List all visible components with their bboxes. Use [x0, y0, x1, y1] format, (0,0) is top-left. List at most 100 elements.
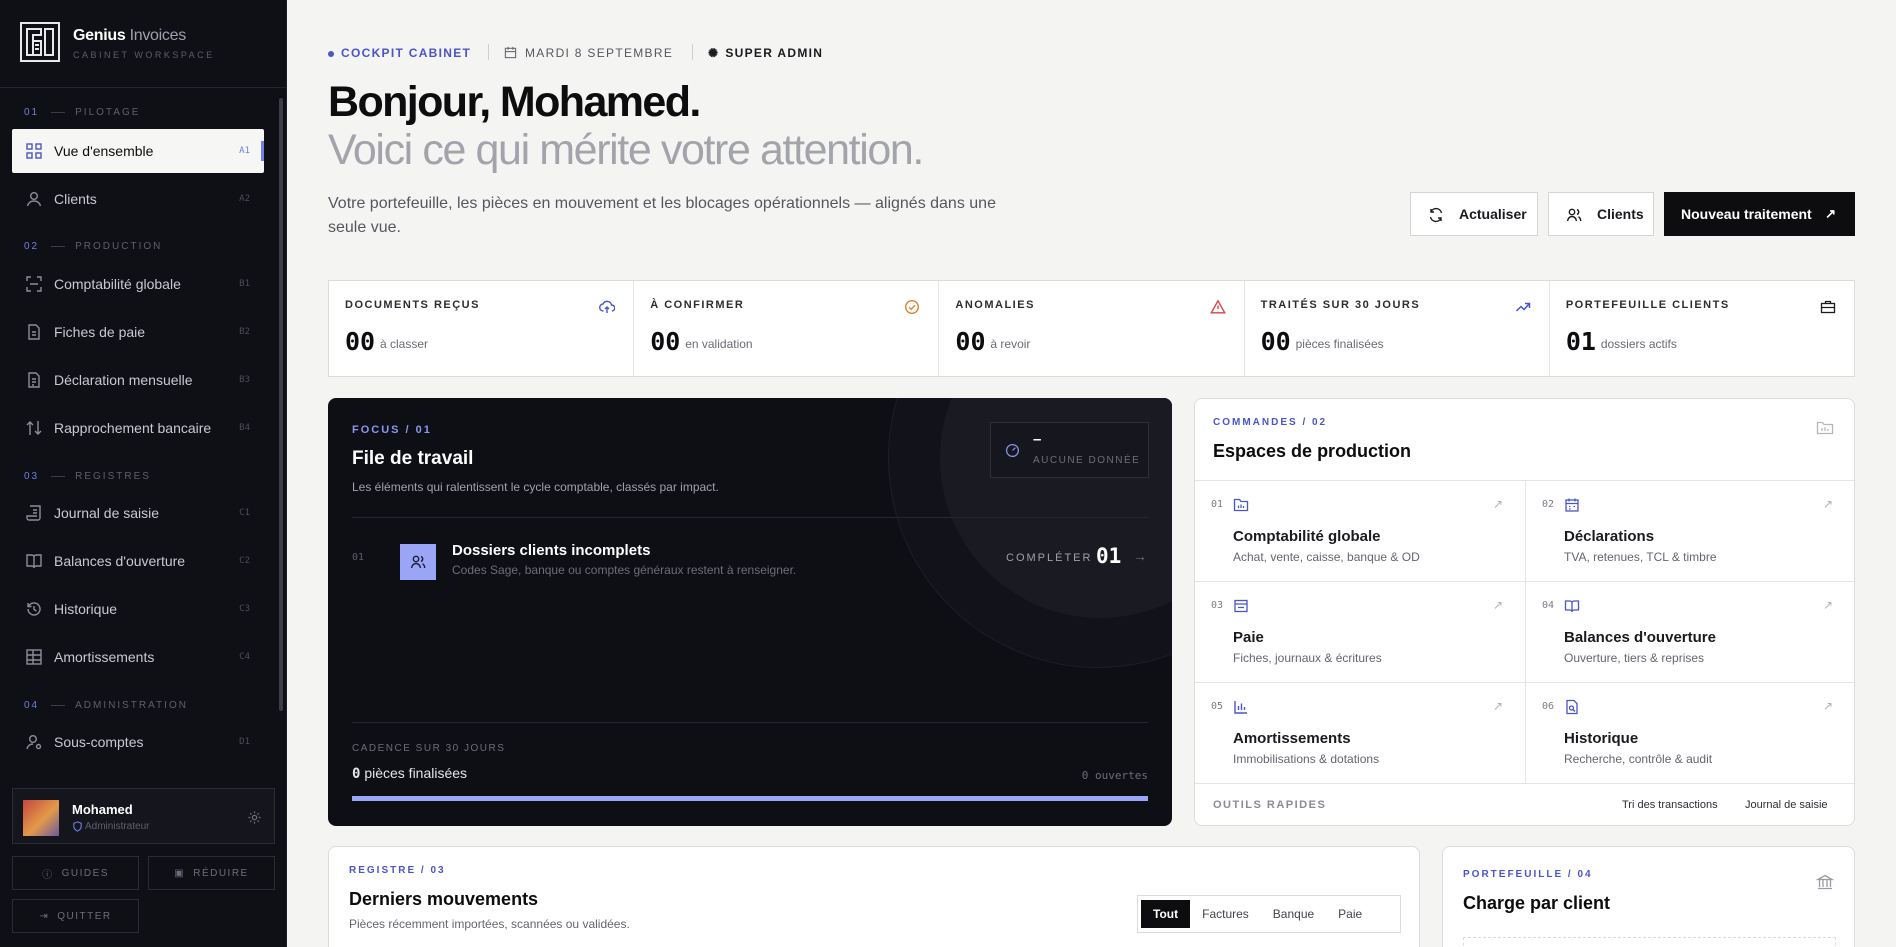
tool-link-journal[interactable]: Journal de saisie: [1745, 799, 1828, 811]
quick-tools-label: OUTILS RAPIDES: [1213, 799, 1327, 811]
gauge-icon: [1005, 443, 1020, 458]
guides-button[interactable]: ⓘ GUIDES: [12, 856, 139, 890]
work-item-title: Dossiers clients incomplets: [452, 542, 651, 559]
cell-title: Balances d'ouverture: [1564, 629, 1716, 646]
stat-documents[interactable]: DOCUMENTS REÇUS 00 à classer: [329, 281, 635, 376]
stat-portfolio[interactable]: PORTEFEUILLE CLIENTS 01 dossiers actifs: [1550, 281, 1854, 376]
shortcut: C3: [239, 604, 250, 614]
sidebar-item-comptabilite[interactable]: Comptabilité globale B1: [12, 262, 264, 306]
date-label: MARDI 8 SEPTEMBRE: [504, 46, 673, 60]
stat-sub: à classer: [380, 337, 429, 351]
arrow-up-right-icon: ↗: [1822, 699, 1833, 713]
refresh-icon: [1429, 207, 1443, 223]
stat-sub: à revoir: [990, 337, 1031, 351]
command-declarations[interactable]: 02 ↗ Déclarations TVA, retenues, TCL & t…: [1525, 480, 1854, 581]
check-circle-icon: [905, 299, 920, 315]
cell-title: Amortissements: [1233, 730, 1351, 747]
stat-treated[interactable]: TRAITÉS SUR 30 JOURS 00 pièces finalisée…: [1245, 281, 1550, 376]
brand-name: Genius Invoices: [73, 27, 186, 44]
quick-tools: OUTILS RAPIDES Tri des transactions Jour…: [1195, 783, 1854, 825]
arrow-up-right-icon: ↗: [1492, 497, 1503, 511]
complete-action[interactable]: COMPLÉTER: [1006, 552, 1092, 564]
cell-number: 02: [1542, 499, 1555, 510]
sidebar-item-balances[interactable]: Balances d'ouverture C2: [12, 539, 264, 583]
sidebar-item-amortissements[interactable]: Amortissements C4: [12, 635, 264, 679]
page-subtitle: Voici ce qui mérite votre attention.: [328, 126, 924, 174]
sidebar-item-label: Balances d'ouverture: [54, 553, 186, 569]
focus-tag: FOCUS / 01: [352, 424, 432, 436]
refresh-button[interactable]: Actualiser: [1410, 192, 1538, 236]
sidebar-item-sous-comptes[interactable]: Sous-comptes D1: [12, 720, 264, 764]
document-icon: [28, 324, 40, 340]
sidebar-item-overview[interactable]: Vue d'ensemble A1: [12, 129, 264, 173]
cell-number: 01: [1211, 499, 1224, 510]
cell-subtitle: TVA, retenues, TCL & timbre: [1564, 550, 1717, 564]
users-icon: [400, 544, 436, 580]
command-balances[interactable]: 04 ↗ Balances d'ouverture Ouverture, tie…: [1525, 581, 1854, 682]
arrow-right-icon[interactable]: →: [1133, 548, 1147, 564]
tab-paie[interactable]: Paie: [1326, 900, 1374, 928]
help-icon: ⓘ: [42, 869, 54, 881]
tool-link-transactions[interactable]: Tri des transactions: [1622, 799, 1718, 811]
reduce-button[interactable]: ▣ RÉDUIRE: [148, 856, 275, 890]
sidebar-item-fiches-paie[interactable]: Fiches de paie B2: [12, 310, 264, 354]
cell-subtitle: Recherche, contrôle & audit: [1564, 752, 1713, 766]
shortcut: B4: [239, 423, 250, 433]
cell-subtitle: Immobilisations & dotations: [1233, 752, 1380, 766]
cell-title: Historique: [1564, 730, 1639, 747]
shortcut: C4: [239, 652, 250, 662]
sidebar-item-label: Clients: [54, 191, 97, 207]
folder-chart-icon: [1816, 421, 1834, 435]
portfolio-placeholder: [1463, 937, 1836, 947]
divider: [692, 44, 693, 60]
sidebar-item-journal[interactable]: Journal de saisie C1: [12, 491, 264, 535]
command-amortissements[interactable]: 05 ↗ Amortissements Immobilisations & do…: [1195, 682, 1525, 783]
arrow-up-right-icon: ↗: [1492, 699, 1503, 713]
stat-value: 00: [345, 327, 376, 356]
sidebar-scrollbar[interactable]: [279, 98, 283, 711]
cloud-upload-icon: [599, 300, 616, 313]
user-card[interactable]: Mohamed Administrateur: [12, 788, 275, 844]
command-historique[interactable]: 06 ↗ Historique Recherche, contrôle & au…: [1525, 682, 1854, 783]
role-label: ✺ SUPER ADMIN: [708, 46, 824, 60]
brand: Genius Invoices CABINET WORKSPACE: [0, 0, 286, 88]
gear-icon[interactable]: [247, 810, 262, 825]
stat-title: PORTEFEUILLE CLIENTS: [1565, 299, 1730, 311]
command-comptabilite[interactable]: 01 ↗ Comptabilité globale Achat, vente, …: [1195, 480, 1525, 581]
calendar-icon: [1565, 498, 1579, 512]
badge-value: –: [1033, 431, 1042, 448]
shortcut: B3: [239, 375, 250, 385]
divider: [488, 44, 489, 60]
calendar-icon: [504, 46, 517, 59]
clients-button[interactable]: Clients: [1548, 192, 1654, 236]
tab-tout[interactable]: Tout: [1141, 900, 1191, 928]
new-process-button[interactable]: Nouveau traitement ↗: [1664, 192, 1855, 236]
work-item-number: 01: [352, 552, 365, 563]
stat-to-confirm[interactable]: À CONFIRMER 00 en validation: [634, 281, 940, 376]
arrow-up-right-icon: ↗: [1822, 497, 1833, 511]
tab-factures[interactable]: Factures: [1190, 900, 1261, 928]
focus-desc: Les éléments qui ralentissent le cycle c…: [352, 480, 719, 494]
portfolio-card: PORTEFEUILLE / 04 Charge par client: [1442, 846, 1855, 947]
section-pilotage: 01 PILOTAGE: [24, 107, 141, 118]
portfolio-tag: PORTEFEUILLE / 04: [1463, 869, 1593, 880]
dot-icon: [328, 50, 334, 57]
quit-button[interactable]: ⇥ QUITTER: [12, 899, 139, 933]
sidebar-item-declaration[interactable]: Déclaration mensuelle B3: [12, 358, 264, 402]
cadence-progress-fill: [352, 796, 1148, 801]
stat-anomalies[interactable]: ANOMALIES 00 à revoir: [939, 281, 1245, 376]
register-tag: REGISTRE / 03: [349, 865, 446, 876]
sidebar-item-rapprochement[interactable]: Rapprochement bancaire B4: [12, 406, 264, 450]
sidebar-item-historique[interactable]: Historique C3: [12, 587, 264, 631]
open-count: 0 ouvertes: [1081, 769, 1148, 782]
stat-value: 00: [955, 327, 986, 356]
book-icon: [26, 554, 42, 569]
cell-subtitle: Ouverture, tiers & reprises: [1564, 651, 1705, 665]
command-paie[interactable]: 03 ↗ Paie Fiches, journaux & écritures: [1195, 581, 1525, 682]
arrow-up-right-icon: ↗: [1822, 598, 1833, 612]
stat-title: À CONFIRMER: [650, 299, 745, 311]
tab-banque[interactable]: Banque: [1261, 900, 1326, 928]
focus-card: FOCUS / 01 File de travail Les éléments …: [328, 398, 1172, 826]
sidebar-item-clients[interactable]: Clients A2: [12, 177, 264, 221]
work-item[interactable]: 01 Dossiers clients incomplets Codes Sag…: [352, 528, 1148, 582]
